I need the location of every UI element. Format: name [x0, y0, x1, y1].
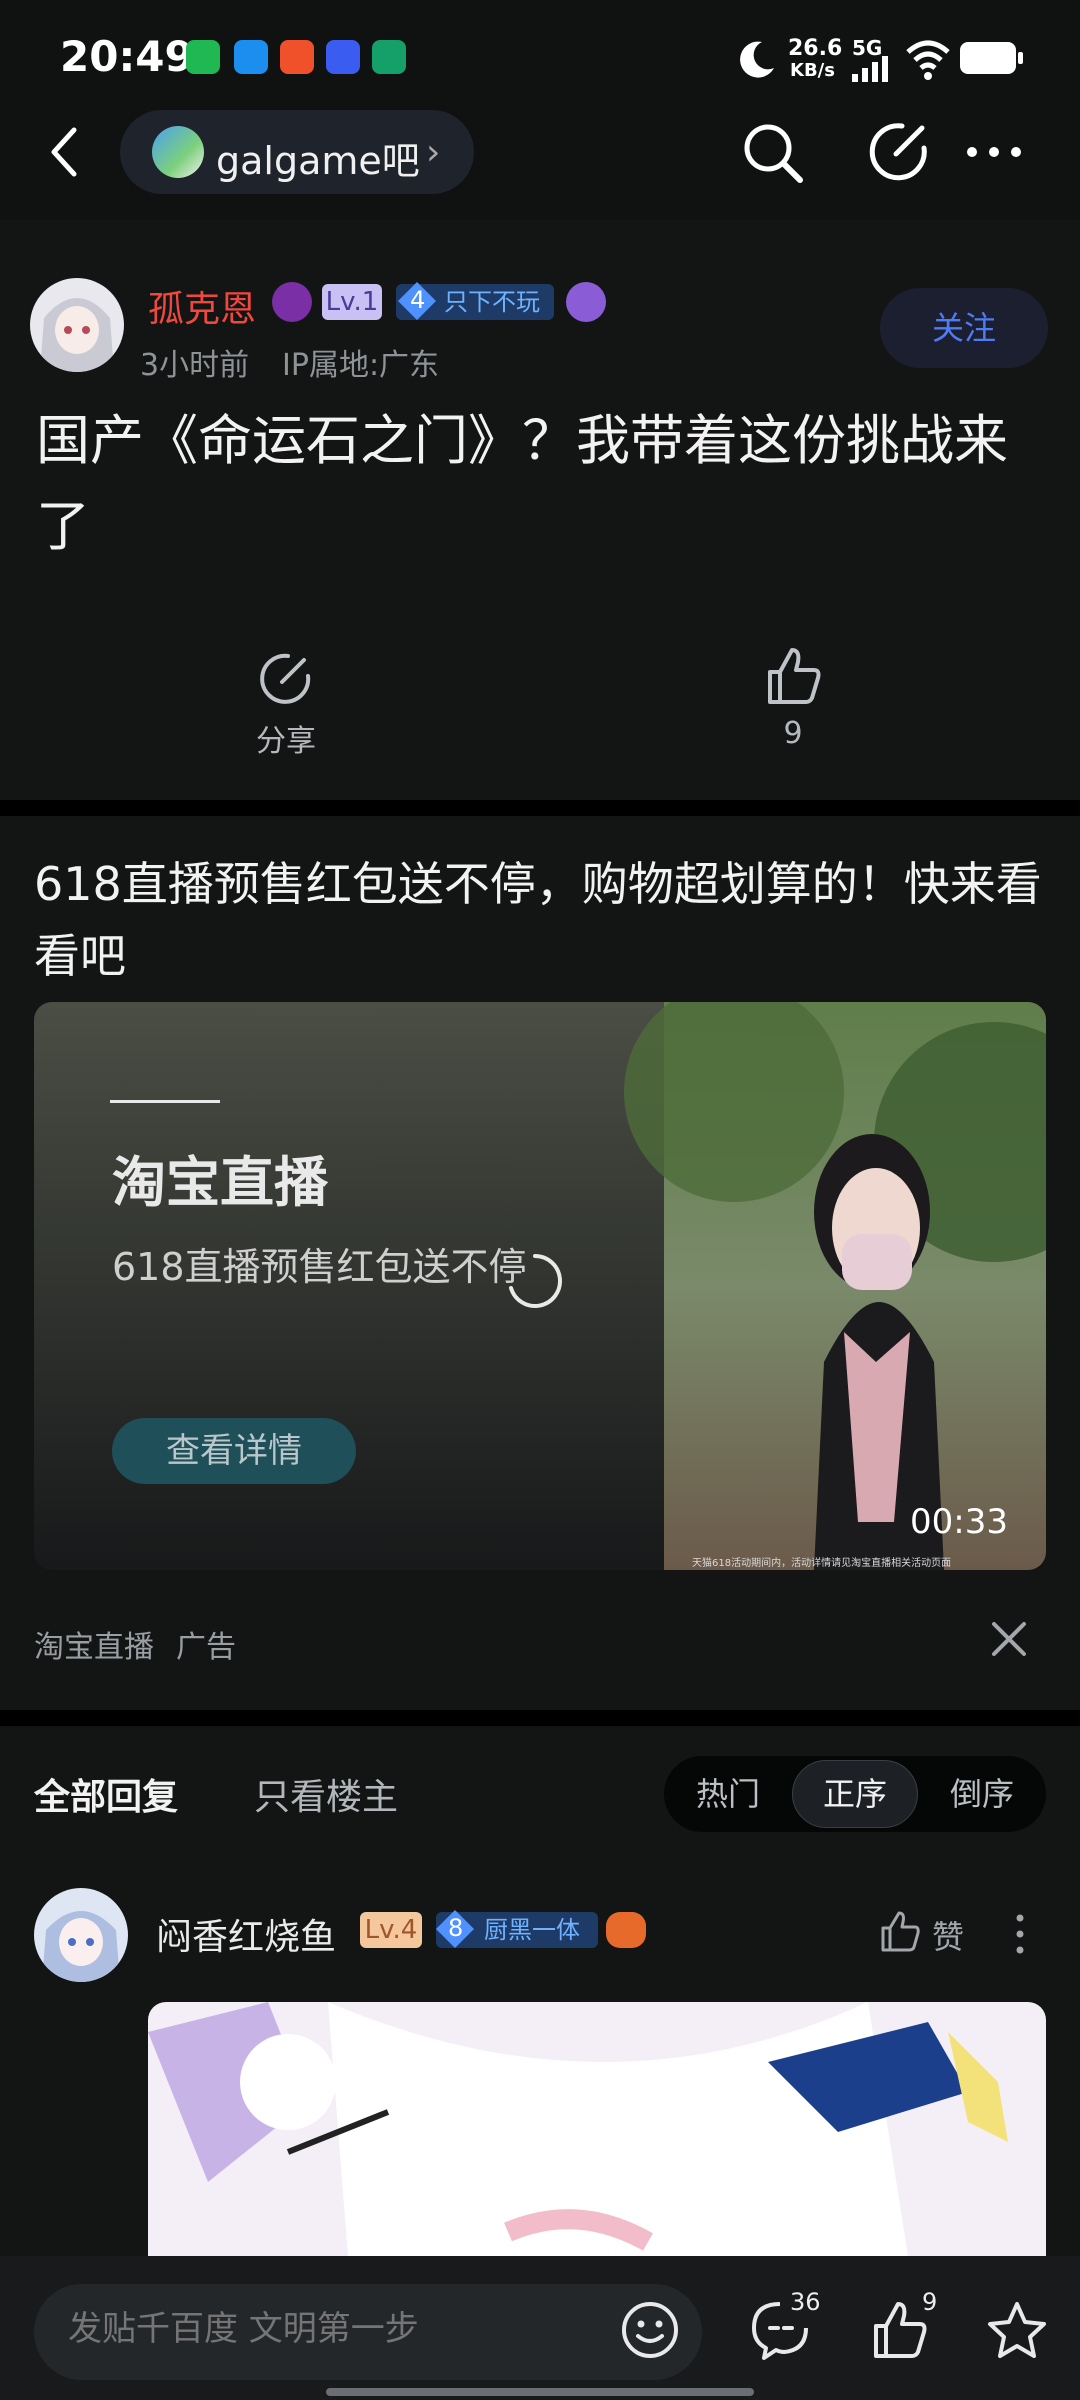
- home-indicator[interactable]: [326, 2388, 754, 2396]
- loading-spinner-icon: [509, 1254, 562, 1308]
- sort-desc[interactable]: 倒序: [918, 1756, 1046, 1832]
- like-count: 9: [783, 716, 803, 751]
- video-duration: 00:33: [910, 1502, 1008, 1542]
- search-icon[interactable]: [740, 120, 806, 186]
- signal-icon: [852, 56, 888, 82]
- sohu-icon: [280, 40, 314, 74]
- wechat-icon: [186, 40, 220, 74]
- sort-hot[interactable]: 热门: [664, 1756, 792, 1832]
- reply-level-badge: Lv.4: [360, 1912, 422, 1948]
- edit-post-icon[interactable]: [868, 120, 930, 182]
- reply-more-icon[interactable]: [1014, 1912, 1026, 1956]
- reply-like-label[interactable]: 赞: [932, 1912, 964, 1958]
- tab-op-only[interactable]: 只看楼主: [254, 1768, 398, 1820]
- wifi-icon: [906, 40, 950, 80]
- section-divider: [0, 1710, 1080, 1726]
- author-name[interactable]: 孤克恩: [148, 280, 256, 332]
- eleme-icon: [234, 40, 268, 74]
- post-ip: IP属地:广东: [282, 348, 440, 383]
- forum-avatar: [152, 126, 204, 178]
- share-label[interactable]: 分享: [226, 716, 346, 760]
- ad-subtitle: 618直播预售红包送不停: [112, 1245, 527, 1289]
- ad-source: 淘宝直播: [34, 1630, 154, 1665]
- membership-icon: [272, 282, 312, 322]
- status-bar: 20:49 26.6 KB/s 5G: [0, 0, 1080, 120]
- emoji-icon[interactable]: [620, 2300, 680, 2360]
- sort-asc[interactable]: 正序: [792, 1756, 918, 1832]
- favorite-star-icon[interactable]: [986, 2300, 1048, 2360]
- ad-brand: 淘宝直播: [112, 1151, 328, 1214]
- reply-like-icon[interactable]: [878, 1910, 922, 1954]
- net-speed-value: 26.6: [788, 36, 843, 61]
- back-icon[interactable]: [44, 124, 84, 180]
- author-avatar[interactable]: [30, 278, 124, 372]
- reply-input[interactable]: [66, 2308, 590, 2350]
- ad-fine-print: 天猫618活动期间内，活动详情请见淘宝直播相关活动页面: [692, 1558, 952, 1569]
- reply-author[interactable]: 闷香红烧鱼: [156, 1908, 336, 1960]
- battery-tip: [1018, 52, 1023, 64]
- bank-icon: [372, 40, 406, 74]
- reply-image[interactable]: [148, 2002, 1046, 2256]
- section-divider: [0, 800, 1080, 816]
- bottom-like-count: 9: [922, 2288, 938, 2316]
- ad-label: 广告: [176, 1630, 236, 1665]
- share-icon[interactable]: [256, 650, 314, 708]
- gamepad-icon: [606, 1912, 646, 1948]
- ad-cta-button[interactable]: 查看详情: [112, 1418, 356, 1484]
- net-speed-unit: KB/s: [790, 60, 835, 81]
- title-badge-text: 只下不玩: [444, 288, 540, 316]
- comment-count: 36: [790, 2288, 821, 2316]
- ad-title[interactable]: 618直播预售红包送不停，购物超划算的！快来看看吧: [34, 848, 1044, 992]
- battery-icon: [960, 42, 1016, 74]
- title-badge-num: 4: [410, 286, 426, 314]
- more-icon[interactable]: [964, 140, 1024, 164]
- follow-button[interactable]: 关注: [880, 288, 1048, 368]
- reply-avatar[interactable]: [34, 1888, 128, 1982]
- close-icon[interactable]: [990, 1620, 1028, 1658]
- status-time: 20:49: [60, 32, 194, 81]
- reply-badge-num: 8: [448, 1914, 464, 1942]
- moon-icon: [740, 41, 774, 78]
- level-badge: Lv.1: [322, 284, 382, 320]
- rank-icon: [566, 282, 606, 322]
- vivo-icon: [326, 40, 360, 74]
- post-time: 3小时前: [140, 348, 250, 383]
- reply-badge-text: 厨黑一体: [484, 1916, 580, 1944]
- ad-cta-label: 查看详情: [166, 1431, 302, 1471]
- chevron-right-icon: ›: [426, 132, 441, 173]
- post-title: 国产《命运石之门》？我带着这份挑战来了: [36, 409, 1008, 558]
- like-icon[interactable]: [762, 646, 824, 708]
- forum-name[interactable]: galgame吧: [216, 130, 420, 185]
- tab-all-replies[interactable]: 全部回复: [34, 1768, 178, 1820]
